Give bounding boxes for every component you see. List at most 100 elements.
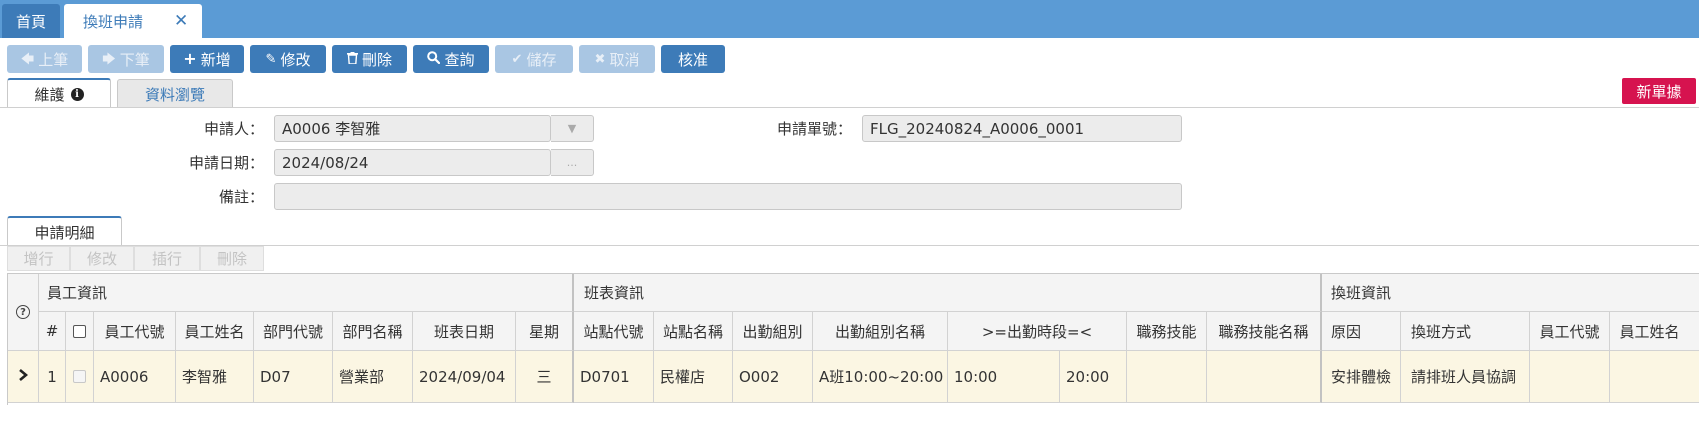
col-skill-name[interactable]: 職務技能名稱	[1207, 312, 1322, 351]
tab-home-label: 首頁	[15, 12, 46, 31]
col-reason[interactable]: 原因	[1322, 312, 1401, 351]
approve-button[interactable]: 核准	[661, 45, 725, 73]
plus-icon: +	[183, 49, 197, 68]
cell-dept-id[interactable]: D07	[254, 351, 333, 403]
col-dept-id[interactable]: 部門代號	[254, 312, 333, 351]
close-icon[interactable]: ✕	[174, 12, 188, 30]
cell-site-id[interactable]: D0701	[574, 351, 654, 403]
tab-browse[interactable]: 資料瀏覽	[117, 79, 233, 108]
prev-record-button[interactable]: 🡄 上筆	[7, 45, 82, 73]
detail-delete-button[interactable]: 刪除	[200, 246, 264, 271]
cell-reason[interactable]: 安排體檢	[1322, 351, 1401, 403]
col-emp-id[interactable]: 員工代號	[94, 312, 176, 351]
apply-no-input[interactable]: FLG_20240824_A0006_0001	[862, 115, 1182, 142]
tab-browse-label: 資料瀏覽	[144, 85, 205, 104]
tab-active-label: 換班申請	[83, 12, 144, 31]
col-swap-emp-name[interactable]: 員工姓名	[1610, 312, 1699, 351]
tab-maintain-label: 維護	[34, 85, 65, 104]
col-skill[interactable]: 職務技能	[1127, 312, 1207, 351]
select-all-checkbox[interactable]	[73, 324, 86, 338]
save-button[interactable]: ✔ 儲存	[495, 45, 573, 73]
trash-icon	[346, 51, 358, 67]
form-tab-divider	[0, 107, 1699, 108]
col-no[interactable]: #	[39, 312, 66, 351]
cell-weekday[interactable]: 三	[516, 351, 574, 403]
cell-skill[interactable]	[1127, 351, 1207, 403]
apply-no-label: 申請單號：	[776, 120, 852, 138]
applicant-label: 申請人：	[203, 120, 264, 138]
check-icon: ✔	[511, 51, 523, 67]
row-checkbox[interactable]	[73, 370, 86, 383]
col-select-all[interactable]	[66, 312, 94, 351]
cell-group[interactable]: O002	[733, 351, 813, 403]
insert-row-label: 插行	[151, 250, 182, 268]
add-row-button[interactable]: 增行	[7, 246, 70, 271]
arrow-right-icon: 🡆	[102, 51, 116, 67]
applicant-dropdown-button[interactable]: ▼	[551, 115, 594, 142]
main-toolbar: 🡄 上筆 🡆 下筆 + 新增 ✎ 修改 刪除 查詢 ✔ 儲存 ✖ 取消 核准	[7, 45, 731, 73]
detail-edit-button[interactable]: 修改	[70, 246, 134, 271]
col-dept-name[interactable]: 部門名稱	[333, 312, 413, 351]
new-document-badge: 新單據	[1622, 78, 1696, 104]
cell-emp-id[interactable]: A0006	[94, 351, 176, 403]
cell-group-name[interactable]: A班10:00~20:00	[813, 351, 948, 403]
remark-input[interactable]	[274, 183, 1182, 210]
cancel-button[interactable]: ✖ 取消	[579, 45, 655, 73]
row-indicator[interactable]	[8, 351, 39, 403]
cell-site-name[interactable]: 民權店	[654, 351, 733, 403]
approve-label: 核准	[677, 50, 708, 69]
next-record-label: 下筆	[119, 50, 150, 69]
cell-swap-emp-name[interactable]	[1610, 351, 1699, 403]
query-label: 查詢	[444, 50, 475, 69]
col-weekday[interactable]: 星期	[516, 312, 574, 351]
apply-date-input[interactable]: 2024/08/24	[274, 149, 551, 176]
next-record-button[interactable]: 🡆 下筆	[88, 45, 164, 73]
add-label: 新增	[200, 50, 231, 69]
delete-label: 刪除	[361, 50, 392, 69]
query-button[interactable]: 查詢	[413, 45, 489, 73]
tab-detail[interactable]: 申請明細	[7, 216, 122, 246]
info-icon: i	[70, 87, 84, 101]
cell-dept-name[interactable]: 營業部	[333, 351, 413, 403]
cell-period-to[interactable]: 20:00	[1060, 351, 1127, 403]
col-sched-date[interactable]: 班表日期	[413, 312, 516, 351]
group-employee: 員工資訊	[39, 274, 574, 312]
group-swap: 換班資訊	[1322, 274, 1699, 312]
col-period[interactable]: >=出勤時段=<	[948, 312, 1127, 351]
apply-date-label: 申請日期：	[188, 154, 264, 172]
date-picker-button[interactable]: ...	[551, 149, 594, 176]
tab-detail-label: 申請明細	[34, 223, 95, 242]
applicant-input[interactable]: A0006 李智雅	[274, 115, 551, 142]
col-group-name[interactable]: 出勤組別名稱	[813, 312, 948, 351]
chevron-right-icon	[18, 368, 29, 386]
grid-help-cell[interactable]: ?	[8, 274, 39, 351]
cell-period-from[interactable]: 10:00	[948, 351, 1060, 403]
col-swap-emp-id[interactable]: 員工代號	[1530, 312, 1610, 351]
help-icon: ?	[16, 305, 30, 319]
prev-record-label: 上筆	[38, 50, 69, 69]
cell-sched-date[interactable]: 2024/09/04	[413, 351, 516, 403]
cell-no: 1	[39, 351, 66, 403]
new-document-label: 新單據	[1636, 82, 1682, 101]
col-group[interactable]: 出勤組別	[733, 312, 813, 351]
remark-label: 備註：	[218, 188, 264, 206]
chevron-down-icon: ▼	[567, 122, 577, 135]
cell-swap-emp-id[interactable]	[1530, 351, 1610, 403]
cell-skill-name[interactable]	[1207, 351, 1322, 403]
cell-select[interactable]	[66, 351, 94, 403]
edit-button[interactable]: ✎ 修改	[250, 45, 326, 73]
col-site-name[interactable]: 站點名稱	[654, 312, 733, 351]
col-site-id[interactable]: 站點代號	[574, 312, 654, 351]
delete-button[interactable]: 刪除	[332, 45, 407, 73]
col-method[interactable]: 換班方式	[1401, 312, 1530, 351]
arrow-left-icon: 🡄	[20, 51, 35, 67]
tab-home[interactable]: 首頁	[2, 4, 60, 38]
add-button[interactable]: + 新增	[170, 45, 244, 73]
edit-label: 修改	[280, 50, 311, 69]
date-picker-label: ...	[566, 156, 578, 169]
col-emp-name[interactable]: 員工姓名	[176, 312, 254, 351]
insert-row-button[interactable]: 插行	[134, 246, 200, 271]
cell-method[interactable]: 請排班人員協調	[1401, 351, 1530, 403]
tab-maintain[interactable]: 維護 i	[7, 78, 111, 108]
cell-emp-name[interactable]: 李智雅	[176, 351, 254, 403]
